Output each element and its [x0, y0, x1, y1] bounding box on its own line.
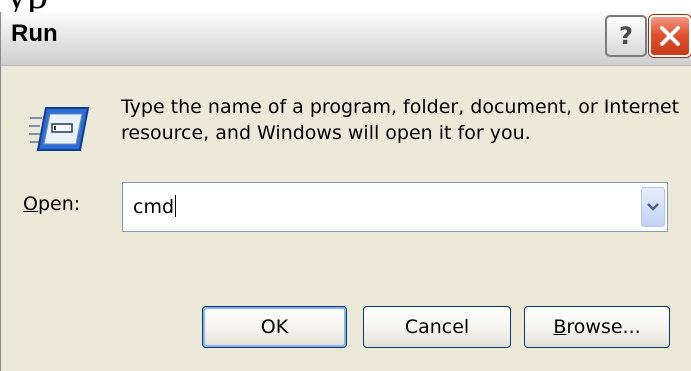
run-program-icon — [29, 107, 90, 151]
window-title: Run — [11, 20, 58, 47]
browse-button-label: Browse... — [553, 316, 640, 338]
text-caret — [175, 195, 177, 217]
help-button[interactable]: ? — [605, 15, 647, 57]
browse-button[interactable]: Browse... — [524, 306, 670, 348]
close-x-icon — [660, 26, 680, 46]
dropdown-button[interactable] — [641, 187, 665, 227]
ok-button[interactable]: OK — [202, 306, 347, 348]
question-mark-icon: ? — [619, 22, 633, 50]
browse-accelerator: B — [553, 316, 567, 338]
title-bar[interactable]: Run ? — [1, 12, 691, 66]
open-input-value[interactable]: cmd — [133, 195, 177, 218]
browse-label-rest: rowse... — [566, 316, 641, 338]
open-input-text: cmd — [133, 196, 175, 218]
open-label-accelerator: O — [23, 193, 38, 215]
close-button[interactable] — [649, 15, 691, 57]
instruction-text: Type the name of a program, folder, docu… — [121, 96, 680, 144]
ok-button-label: OK — [260, 316, 289, 338]
chevron-down-icon — [647, 203, 659, 211]
open-label-text: pen: — [37, 193, 81, 215]
run-dialog: Run ? Type the name of a program, folder… — [0, 12, 691, 371]
open-label: Open: — [23, 193, 80, 215]
open-combobox[interactable]: cmd — [122, 182, 668, 232]
cancel-button[interactable]: Cancel — [363, 306, 511, 348]
cancel-button-label: Cancel — [404, 316, 470, 338]
